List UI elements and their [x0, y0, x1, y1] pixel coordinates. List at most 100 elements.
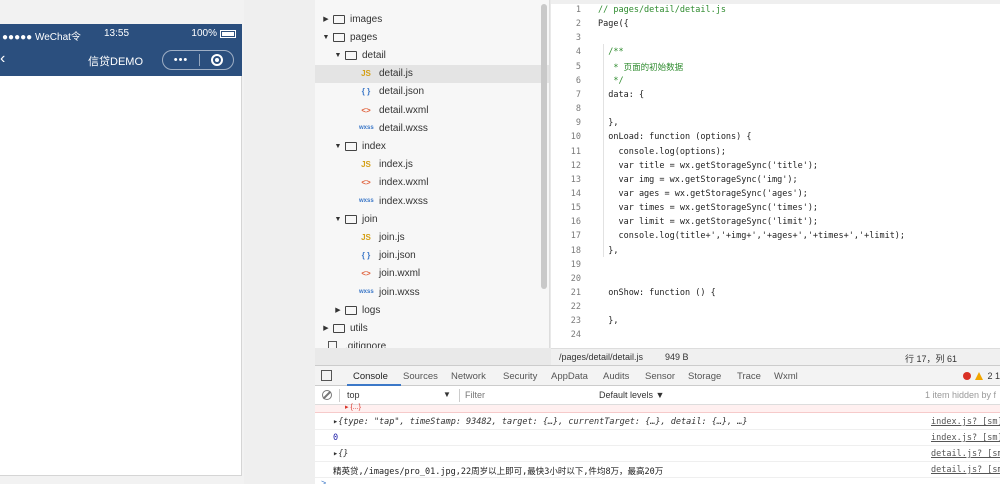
panel-gap	[244, 0, 315, 484]
tree-item[interactable]: ▼ join	[315, 210, 549, 228]
caret-down-icon[interactable]: ▼	[333, 52, 343, 59]
code-editor[interactable]: 1// pages/detail/detail.js 2 Page({3 4 /** 5…	[551, 0, 1000, 348]
tab-appdata[interactable]: AppData	[551, 371, 588, 382]
devtools-window: ●●●●● WeChat令 13:55 100% ‹ 信贷DEMO ••• ▶ …	[0, 0, 1000, 484]
error-icon	[963, 372, 972, 380]
indent-guide	[603, 44, 604, 257]
log-levels-select[interactable]: Default levels ▼	[599, 390, 664, 400]
code-line: 5 * 页面的初始数据	[551, 60, 1000, 74]
tab-network[interactable]: Network	[451, 371, 486, 382]
json-file-icon: { }	[361, 251, 371, 261]
code-text: console.log(title+','+img+','+ages+','+t…	[598, 231, 906, 242]
wxml-file-icon: <>	[361, 178, 371, 188]
tree-item[interactable]: { } join.json	[315, 247, 549, 265]
line-number: 10	[570, 132, 581, 143]
code-line: 18 },	[551, 244, 1000, 258]
code-text: var times = wx.getStorageSync('times');	[598, 203, 819, 214]
clear-console-icon[interactable]	[322, 390, 332, 400]
tab-wxml[interactable]: Wxml	[774, 371, 798, 382]
js-file-icon: JS	[361, 232, 371, 242]
code-text: },	[598, 118, 619, 129]
code-line: 3	[551, 31, 1000, 45]
code-text: console.log(options);	[598, 146, 726, 157]
source-link[interactable]: index.js? [sm]	[931, 433, 1000, 443]
clock-label: 13:55	[104, 28, 130, 39]
console-filter-input[interactable]	[465, 388, 585, 402]
tree-item-label: join.js	[379, 231, 405, 243]
toolbar-divider	[339, 389, 340, 402]
tree-item[interactable]: JS index.js	[315, 156, 549, 174]
tree-item[interactable]: wxss join.wxss	[315, 283, 549, 301]
caret-right-icon[interactable]: ▶	[321, 324, 331, 332]
code-line: 15 var times = wx.getStorageSync('times'…	[551, 201, 1000, 215]
tree-item-label: index.wxss	[379, 195, 428, 207]
file-explorer: ▶ images ▼ pages ▼ detail JS detail.js { } detail…	[315, 0, 550, 348]
console-message[interactable]: ▸{}	[333, 449, 348, 459]
tree-item[interactable]: <> detail.wxml	[315, 101, 549, 119]
tree-item[interactable]: .gitignore	[315, 338, 549, 348]
tab-console[interactable]: Console	[353, 371, 388, 382]
code-line: 24	[551, 328, 1000, 342]
tree-item-label: join.wxml	[379, 268, 421, 280]
code-line: 12 var title = wx.getStorageSync('title'…	[551, 159, 1000, 173]
tree-item[interactable]: { } detail.json	[315, 83, 549, 101]
wxml-file-icon: <>	[361, 269, 371, 279]
caret-down-icon[interactable]: ▼	[321, 34, 331, 41]
tab-audits[interactable]: Audits	[603, 371, 629, 382]
page-title: 信贷DEMO	[88, 56, 143, 68]
source-link[interactable]: index.js? [sm]	[931, 417, 1000, 427]
tab-storage[interactable]: Storage	[688, 371, 721, 382]
tree-item[interactable]: JS detail.js	[315, 64, 549, 83]
line-number: 17	[570, 231, 581, 242]
context-select[interactable]: top	[347, 390, 457, 400]
tab-security[interactable]: Security	[503, 371, 537, 382]
folder-icon	[345, 214, 357, 224]
close-capsule-button[interactable]	[200, 54, 233, 66]
caret-right-icon[interactable]: ▶	[333, 306, 343, 314]
tree-item[interactable]: JS join.js	[315, 228, 549, 246]
tree-item[interactable]: wxss detail.wxss	[315, 119, 549, 137]
caret-down-icon[interactable]: ▼	[333, 216, 343, 223]
console-message[interactable]: ▸{type: "tap", timeStamp: 93482, target:…	[333, 417, 748, 427]
code-text: */	[598, 75, 624, 86]
console-prompt[interactable]: >	[321, 478, 326, 484]
tab-sensor[interactable]: Sensor	[645, 371, 675, 382]
caret-down-icon[interactable]: ▼	[333, 143, 343, 150]
console-message: 0	[333, 433, 339, 443]
more-icon[interactable]: •••	[163, 54, 199, 66]
tree-item[interactable]: ▼ detail	[315, 46, 549, 64]
caret-right-icon[interactable]: ▶	[321, 15, 331, 23]
tree-item-label: index.wxml	[379, 177, 429, 189]
tree-item-label: index	[362, 140, 386, 152]
tree-item[interactable]: wxss index.wxss	[315, 192, 549, 210]
tab-trace[interactable]: Trace	[737, 371, 761, 382]
file-explorer-scrollbar[interactable]	[541, 4, 547, 289]
tree-item-label: detail	[362, 49, 386, 61]
tree-item[interactable]: ▼ pages	[315, 28, 549, 46]
tree-item[interactable]: <> join.wxml	[315, 265, 549, 283]
tree-item[interactable]: ▶ logs	[315, 301, 549, 319]
line-number: 11	[570, 146, 581, 157]
back-arrow-icon[interactable]: ‹	[0, 50, 5, 68]
console-log-line: 0 index.js? [sm]	[315, 430, 1000, 446]
code-line: 16 var limit = wx.getStorageSync('limit'…	[551, 215, 1000, 229]
line-number: 16	[570, 217, 581, 228]
wxss-file-icon: wxss	[359, 198, 374, 204]
code-text: var title = wx.getStorageSync('title');	[598, 160, 819, 171]
tree-item-label: detail.js	[379, 68, 413, 80]
tab-sources[interactable]: Sources	[403, 371, 438, 382]
line-number: 4	[575, 47, 581, 58]
folder-icon	[345, 50, 357, 60]
tree-item[interactable]: ▶ utils	[315, 319, 549, 337]
code-text: onLoad: function (options) {	[598, 132, 752, 143]
tree-item[interactable]: ▼ index	[315, 137, 549, 155]
inspect-element-icon[interactable]	[321, 370, 332, 381]
code-line: 22	[551, 300, 1000, 314]
source-link[interactable]: detail.js? [sm]	[931, 465, 1000, 475]
source-link[interactable]: detail.js? [sm]	[931, 449, 1000, 459]
tree-item-label: join	[362, 213, 378, 225]
tree-item[interactable]: <> index.wxml	[315, 174, 549, 192]
tree-item[interactable]: ▶ images	[315, 10, 549, 28]
issue-counters[interactable]: 2 1	[963, 371, 1000, 381]
chevron-down-icon[interactable]: ▼	[443, 390, 451, 399]
